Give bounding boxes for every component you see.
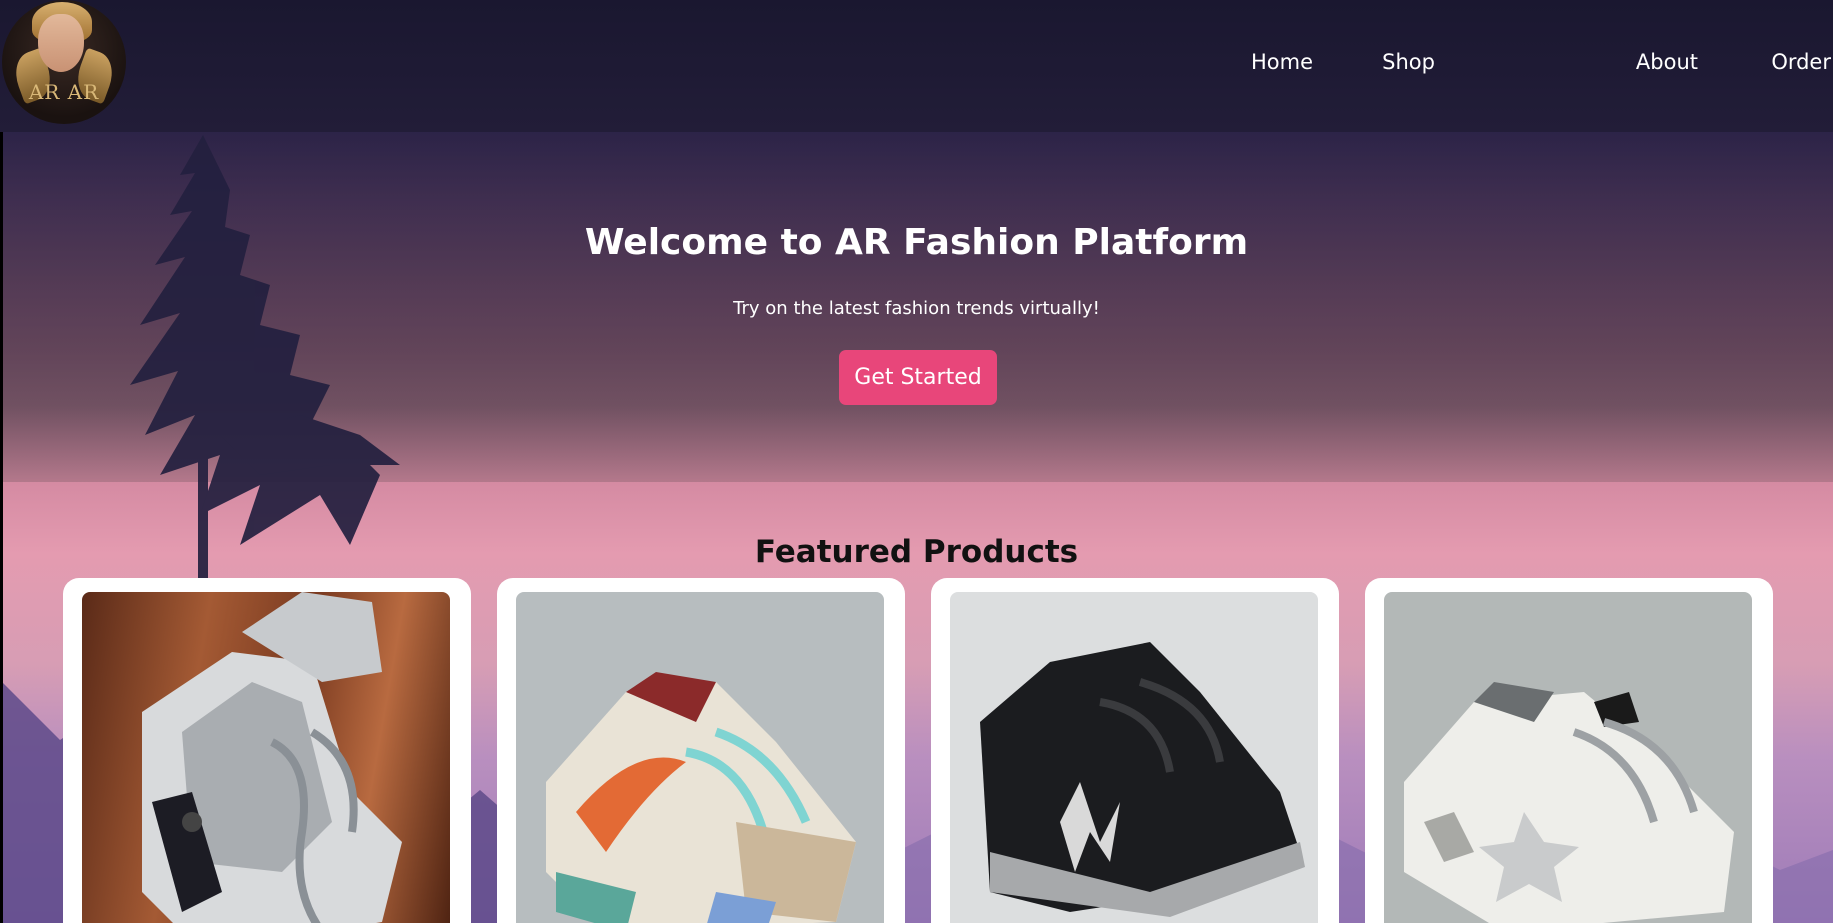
hero-subtitle: Try on the latest fashion trends virtual… (733, 298, 1100, 319)
nav-about[interactable]: About (1636, 50, 1698, 74)
get-started-button[interactable]: Get Started (839, 350, 997, 405)
product-image-multicolor-low-top[interactable] (516, 592, 884, 923)
tree-silhouette (130, 135, 400, 595)
product-card[interactable] (497, 578, 905, 923)
product-card[interactable] (1365, 578, 1773, 923)
black-running-sneaker-icon (980, 642, 1305, 917)
site-header: AR AR Home Shop About Order (0, 0, 1833, 132)
product-card[interactable] (63, 578, 471, 923)
brand-logo[interactable]: AR AR (2, 0, 126, 124)
page: AR AR Home Shop About Order Welcome to A… (0, 0, 1833, 923)
logo-face (38, 14, 84, 72)
nav-home[interactable]: Home (1251, 50, 1313, 74)
product-image-black-new-balance[interactable] (950, 592, 1318, 923)
white-star-sneaker-icon (1404, 682, 1734, 923)
left-edge-bar (0, 0, 3, 923)
product-image-grey-high-top[interactable] (82, 592, 450, 923)
hero-title: Welcome to AR Fashion Platform (584, 222, 1249, 263)
grey-high-top-sneaker-icon (142, 592, 402, 923)
multicolor-sneaker-icon (546, 672, 856, 923)
nav-order[interactable]: Order (1771, 50, 1831, 74)
logo-text: AR AR (28, 80, 100, 104)
nav-shop[interactable]: Shop (1382, 50, 1435, 74)
product-image-white-star-sneaker[interactable] (1384, 592, 1752, 923)
product-card[interactable] (931, 578, 1339, 923)
featured-products-title: Featured Products (754, 534, 1079, 570)
